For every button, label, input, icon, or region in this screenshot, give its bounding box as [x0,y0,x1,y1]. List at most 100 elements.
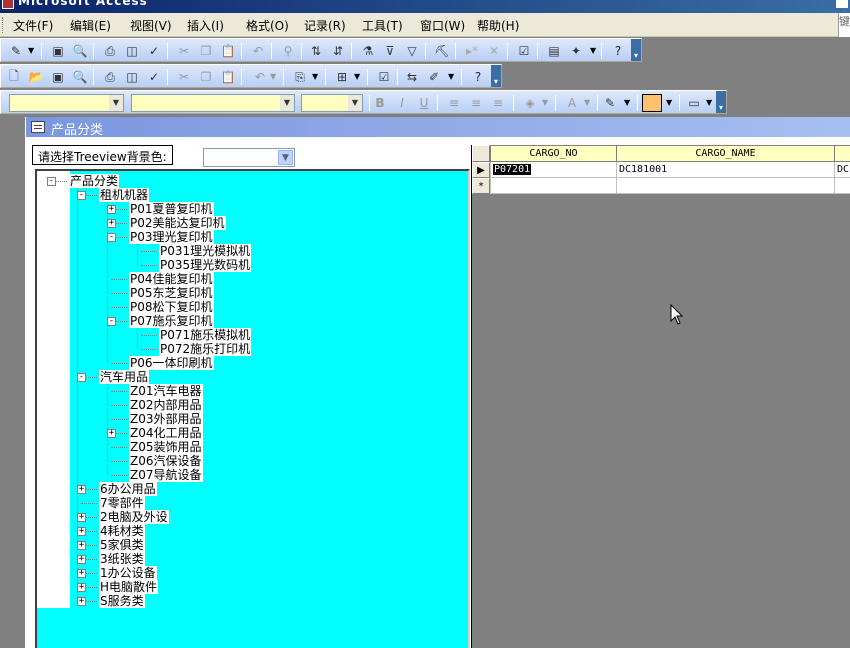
tree-collapse-icon[interactable]: - [47,177,56,186]
datasheet-cell[interactable]: DC [834,162,850,178]
menu-item[interactable]: 编辑(E) [70,17,111,34]
tree-collapse-icon[interactable]: - [77,373,86,382]
datasheet-cell[interactable] [490,178,617,194]
align-center-icon[interactable]: ≡ [467,94,485,112]
help-icon[interactable]: ? [469,68,487,86]
paste-icon[interactable]: 📋 [219,68,237,86]
analyze-dropdown-arrow[interactable]: ▼ [354,72,360,81]
tree-node[interactable]: P03理光复印机 [129,230,214,244]
tree-expand-icon[interactable]: + [77,597,86,606]
code-icon[interactable]: ☑ [375,68,393,86]
form-title-bar[interactable]: 产品分类 [26,117,850,138]
properties-icon[interactable]: ☑ [515,42,533,60]
tree-node[interactable]: P07施乐复印机 [129,314,214,328]
database-window-icon[interactable]: ▤ [545,42,563,60]
font-color-dropdown-arrow[interactable]: ▼ [584,98,590,107]
analyze-icon[interactable]: ⊞ [333,68,351,86]
tree-node[interactable]: 3纸张类 [99,552,145,566]
new-file-icon[interactable]: 🗋 [5,68,23,86]
line-color-dropdown-arrow[interactable]: ▼ [624,98,630,107]
font-size-combo[interactable]: ▼ [301,94,363,112]
undo-icon[interactable]: ↶ [251,68,269,86]
tree-node[interactable]: P05东芝复印机 [129,286,214,300]
print-icon[interactable]: ⎙ [101,42,119,60]
datasheet-cell[interactable] [834,178,850,194]
fill-color-dropdown-arrow[interactable]: ▼ [542,98,548,107]
new-object-icon[interactable]: ✦ [567,42,585,60]
tree-node[interactable]: 5家俱类 [99,538,145,552]
tree-node[interactable]: Z07导航设备 [129,468,203,482]
chevron-down-icon[interactable]: ▼ [278,150,293,165]
line-width-dropdown-arrow[interactable]: ▼ [706,98,712,107]
line-width-icon[interactable]: ▭ [685,94,703,112]
paste-icon[interactable]: 📋 [219,42,237,60]
view-dropdown-arrow[interactable]: ▼ [28,46,34,55]
tree-node[interactable]: H电脑散件 [99,580,159,594]
tree-expand-icon[interactable]: + [77,485,86,494]
column-header[interactable]: CARGO_NAME [616,145,835,162]
new-object-dropdown-arrow[interactable]: ▼ [448,72,454,81]
datasheet-cell[interactable]: DC181001 [616,162,835,178]
undo-icon[interactable]: ↶ [249,42,267,60]
tree-expand-icon[interactable]: + [77,513,86,522]
tree-expand-icon[interactable]: + [107,205,116,214]
current-record-selector-icon[interactable]: ▶ [472,162,490,178]
tree-node[interactable]: 7零部件 [99,496,145,510]
tree-collapse-icon[interactable]: - [107,233,116,242]
tree-node[interactable]: 2电脑及外设 [99,510,169,524]
tree-node[interactable]: Z06汽保设备 [129,454,203,468]
filter-by-selection-icon[interactable]: ⚗ [359,42,377,60]
undo-dropdown-arrow[interactable]: ▼ [270,72,276,81]
align-right-icon[interactable]: ≡ [489,94,507,112]
tree-node[interactable]: Z02内部用品 [129,398,203,412]
tree-node[interactable]: P06一体印刷机 [129,356,214,370]
cut-icon[interactable]: ✂ [175,68,193,86]
delete-record-icon[interactable]: ✕ [485,42,503,60]
relationships-icon[interactable]: ⇆ [403,68,421,86]
select-all-corner[interactable] [472,145,490,162]
tree-node[interactable]: P02美能达复印机 [129,216,226,230]
font-color-icon[interactable]: A [563,94,581,112]
special-effect-dropdown-arrow[interactable]: ▼ [666,98,672,107]
print-preview-icon[interactable]: ◫ [123,68,141,86]
tree-node[interactable]: Z05装饰用品 [129,440,203,454]
help-icon[interactable]: ? [609,42,627,60]
bold-icon[interactable]: B [371,94,389,112]
script-editor-icon[interactable]: ✐ [425,68,443,86]
window-close-button[interactable] [836,0,848,8]
tree-collapse-icon[interactable]: - [77,191,86,200]
open-file-icon[interactable]: 📂 [27,68,45,86]
tree-node[interactable]: P04佳能复印机 [129,272,214,286]
file-search-icon[interactable]: 🔍 [71,42,89,60]
cut-icon[interactable]: ✂ [175,42,193,60]
office-links-icon[interactable]: ⎘ [291,68,309,86]
tree-node[interactable]: 4耗材类 [99,524,145,538]
underline-icon[interactable]: U [415,94,433,112]
tree-expand-icon[interactable]: + [107,429,116,438]
tree-node[interactable]: P071施乐模拟机 [159,328,252,342]
menu-item[interactable]: 文件(F) [13,17,53,34]
filter-by-form-icon[interactable]: ⊽ [381,42,399,60]
hyperlink-icon[interactable]: ⚲ [279,42,297,60]
cargo-datasheet[interactable]: CARGO_NO CARGO_NAME ▶ P07201 DC181001 DC * [471,145,850,648]
tree-expand-icon[interactable]: + [77,583,86,592]
sort-descending-icon[interactable]: ⇵ [329,42,347,60]
datasheet-cell[interactable] [616,178,835,194]
tree-node[interactable]: P01夏普复印机 [129,202,214,216]
office-links-dropdown-arrow[interactable]: ▼ [312,72,318,81]
tree-node[interactable]: 6办公用品 [99,482,157,496]
line-color-icon[interactable]: ✎ [601,94,619,112]
sort-ascending-icon[interactable]: ⇅ [307,42,325,60]
tree-node[interactable]: Z03外部用品 [129,412,203,426]
tree-node[interactable]: 产品分类 [69,174,120,188]
column-header[interactable] [834,145,850,162]
tree-node[interactable]: P08松下复印机 [129,300,214,314]
print-icon[interactable]: ⎙ [101,68,119,86]
menu-item[interactable]: 窗口(W) [420,17,465,34]
tree-expand-icon[interactable]: + [77,555,86,564]
tree-node[interactable]: P035理光数码机 [159,258,252,272]
save-icon[interactable]: ▣ [49,42,67,60]
bg-color-select[interactable]: ▼ [203,148,295,167]
copy-icon[interactable]: ❐ [197,68,215,86]
print-preview-icon[interactable]: ◫ [123,42,141,60]
